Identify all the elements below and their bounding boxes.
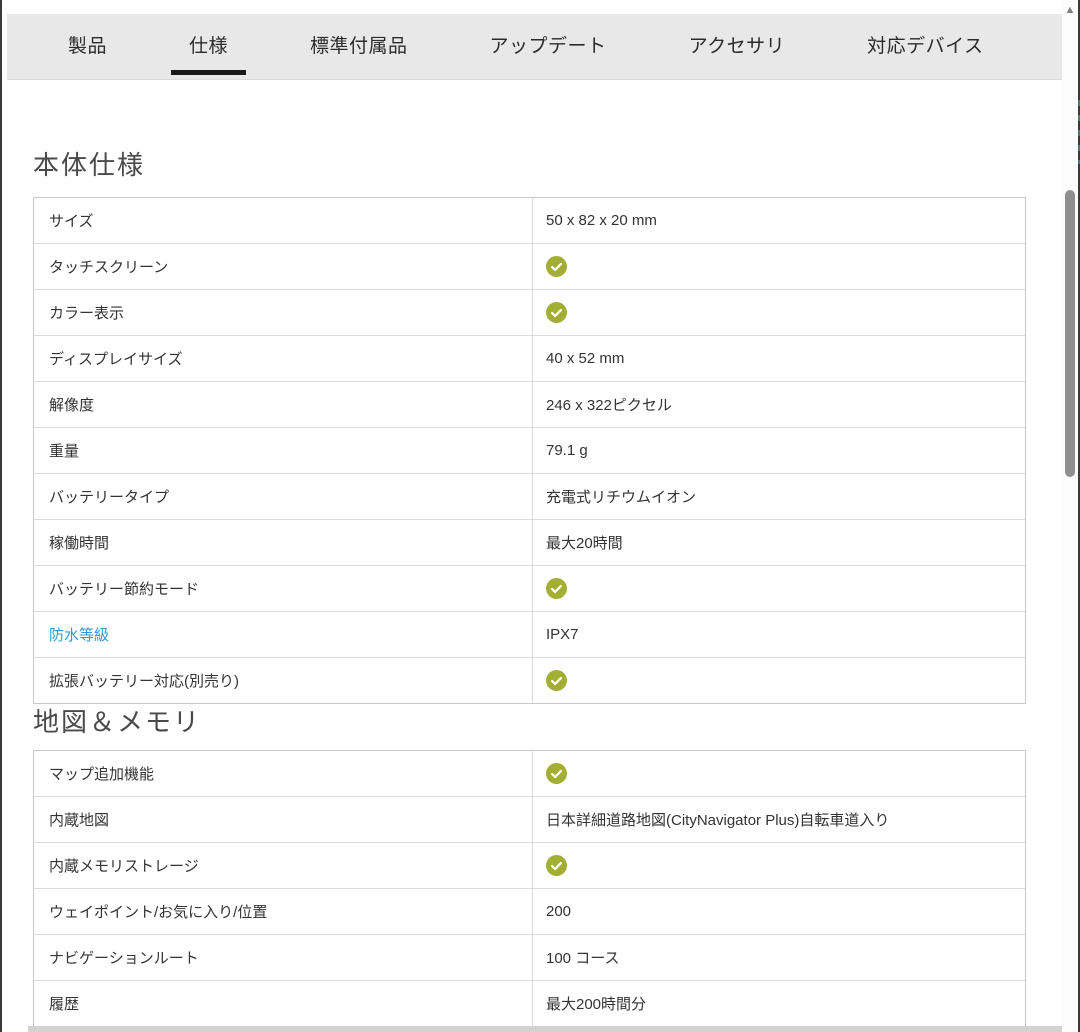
spec-label: マップ追加機能 (34, 751, 533, 796)
spec-label: 稼働時間 (34, 520, 533, 565)
check-circle-icon (546, 670, 567, 691)
spec-label: ナビゲーションルート (34, 935, 533, 980)
spec-value (533, 290, 1025, 335)
spec-value: 100 コース (533, 935, 1025, 980)
table-row: 拡張バッテリー対応(別売り) (34, 658, 1025, 703)
spec-label: ディスプレイサイズ (34, 336, 533, 381)
spec-value: IPX7 (533, 612, 1025, 657)
check-circle-icon (546, 578, 567, 599)
spec-label: バッテリータイプ (34, 474, 533, 519)
spec-label: 拡張バッテリー対応(別売り) (34, 658, 533, 703)
spec-value (533, 658, 1025, 703)
spec-value: 50 x 82 x 20 mm (533, 198, 1025, 243)
table-row: 重量 79.1 g (34, 428, 1025, 474)
table-row: タッチスクリーン (34, 244, 1025, 290)
spec-value (533, 566, 1025, 611)
table-row: ディスプレイサイズ 40 x 52 mm (34, 336, 1025, 382)
table-row: 稼働時間 最大20時間 (34, 520, 1025, 566)
horizontal-scrollbar[interactable] (28, 1026, 1062, 1032)
spec-value: 日本詳細道路地図(CityNavigator Plus)自転車道入り (533, 797, 1025, 842)
spec-label-link[interactable]: 防水等級 (34, 612, 533, 657)
table-row: ナビゲーションルート 100 コース (34, 935, 1025, 981)
spec-value: 最大200時間分 (533, 981, 1025, 1026)
table-row: マップ追加機能 (34, 751, 1025, 797)
spec-value: 246 x 322ピクセル (533, 382, 1025, 427)
spec-label: タッチスクリーン (34, 244, 533, 289)
spec-label: 履歴 (34, 981, 533, 1026)
section-title: 本体仕様 (33, 149, 1026, 181)
check-circle-icon (546, 763, 567, 784)
scroll-up-button[interactable]: ▲ (1062, 2, 1078, 18)
scrollbar-thumb[interactable] (1065, 190, 1075, 477)
spec-label: サイズ (34, 198, 533, 243)
table-row: 防水等級 IPX7 (34, 612, 1025, 658)
table-row: ウェイポイント/お気に入り/位置 200 (34, 889, 1025, 935)
check-circle-icon (546, 256, 567, 277)
spec-label: ウェイポイント/お気に入り/位置 (34, 889, 533, 934)
table-row: 内蔵メモリストレージ (34, 843, 1025, 889)
check-circle-icon (546, 855, 567, 876)
spec-table: マップ追加機能 内蔵地図 日本詳細道路地図(CityNavigator Plus… (33, 750, 1026, 1027)
spec-value: 79.1 g (533, 428, 1025, 473)
table-row: 内蔵地図 日本詳細道路地図(CityNavigator Plus)自転車道入り (34, 797, 1025, 843)
spec-label: 解像度 (34, 382, 533, 427)
spec-table: サイズ 50 x 82 x 20 mm タッチスクリーン カラー表示 ディスプレ… (33, 197, 1026, 704)
spec-label: 内蔵メモリストレージ (34, 843, 533, 888)
up-arrow-icon: ▲ (1065, 5, 1076, 16)
spec-label: カラー表示 (34, 290, 533, 335)
spec-section: 地図＆メモリ マップ追加機能 内蔵地図 日本詳細道路地図(CityNavigat… (33, 706, 1026, 1027)
spec-value: 充電式リチウムイオン (533, 474, 1025, 519)
spec-value (533, 244, 1025, 289)
spec-value: 40 x 52 mm (533, 336, 1025, 381)
spec-value (533, 843, 1025, 888)
spec-section: 本体仕様 サイズ 50 x 82 x 20 mm タッチスクリーン カラー表示 … (33, 149, 1026, 704)
table-row: 履歴 最大200時間分 (34, 981, 1025, 1026)
spec-value: 200 (533, 889, 1025, 934)
spec-content: 本体仕様 サイズ 50 x 82 x 20 mm タッチスクリーン カラー表示 … (33, 0, 1026, 1027)
table-row: バッテリー節約モード (34, 566, 1025, 612)
table-row: カラー表示 (34, 290, 1025, 336)
table-row: バッテリータイプ 充電式リチウムイオン (34, 474, 1025, 520)
table-row: 解像度 246 x 322ピクセル (34, 382, 1025, 428)
spec-label: 内蔵地図 (34, 797, 533, 842)
spec-value: 最大20時間 (533, 520, 1025, 565)
spec-label: バッテリー節約モード (34, 566, 533, 611)
table-row: サイズ 50 x 82 x 20 mm (34, 198, 1025, 244)
spec-value (533, 751, 1025, 796)
vertical-scrollbar[interactable]: ▲ (1062, 0, 1078, 1032)
window-left-edge (0, 0, 2, 1032)
section-title: 地図＆メモリ (33, 706, 1026, 738)
spec-label: 重量 (34, 428, 533, 473)
check-circle-icon (546, 302, 567, 323)
